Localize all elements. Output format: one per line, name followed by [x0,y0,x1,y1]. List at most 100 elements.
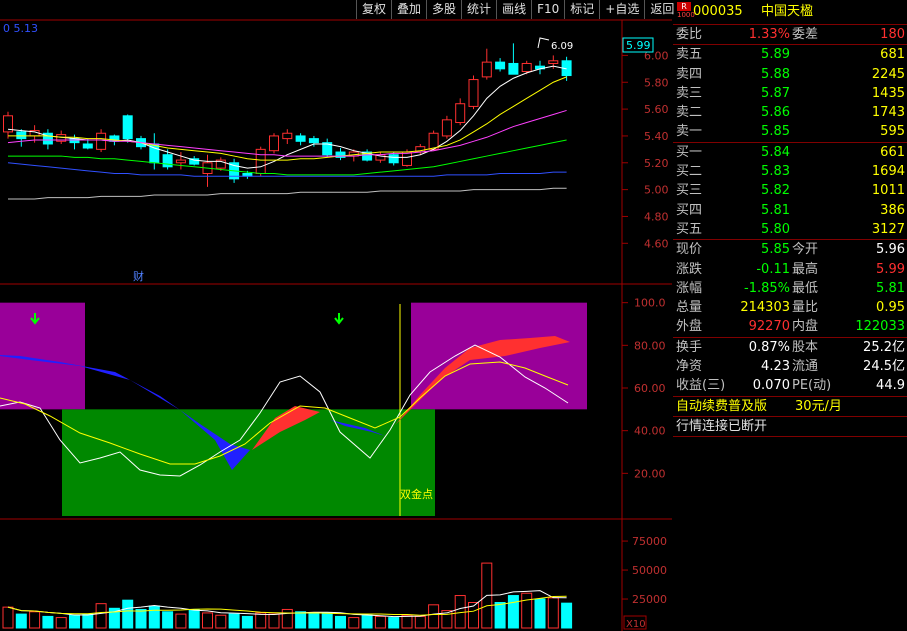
candle-body-37 [495,61,506,70]
price-tick-label-3: 5.40 [644,130,669,143]
quote-row-0-label2: 今开 [792,242,819,258]
toolbar-btn-2[interactable]: 多股 [426,0,462,19]
vol-tick-label-0: 75000 [632,535,667,548]
toolbar-btn-0[interactable]: 复权 [356,0,392,19]
volume-bar-38 [507,595,519,629]
bid-row-4: 买五 5.80 3127 [673,220,907,239]
candle-body-35 [468,79,479,107]
volume-bar-6 [82,613,94,629]
stock-code: 000035 [693,4,743,19]
quote-row-3-value2: 0.95 [876,300,905,316]
volume-bar-18 [241,615,253,629]
ind-tick-label-1: 80.00 [634,339,666,352]
fund-row-1-label: 净资 [676,359,703,375]
volume-bar-10 [135,608,147,629]
fund-row-0-label: 换手 [676,339,703,355]
candle-body-9 [122,115,133,140]
fundamentals: 换手 0.87% 股本 25.2亿 净资 4.23 流通 24.5亿 收益(三) 0.070 PE(… [673,336,907,396]
subscription-notice[interactable]: 自动续费普及版 30元/月 [673,395,907,416]
cross-label: 双金点 [400,487,433,501]
bid-row-1-value2: 1694 [871,164,905,180]
fund-row-1: 净资 4.23 流通 24.5亿 [673,357,907,376]
ask-row-3-label: 卖二 [676,105,703,121]
candle-body-7 [96,132,107,150]
volume-bar-32 [428,604,440,629]
vol-tick-label-1: 50000 [632,564,667,577]
stock-header: R 1000 000035 中国天楹 [673,0,907,25]
fund-row-0-value2: 25.2亿 [863,339,905,355]
toolbar-btn-1[interactable]: 叠加 [391,0,427,19]
quote-row-4: 外盘 92270 内盘 122033 [673,317,907,336]
bid-row-4-label: 买五 [676,221,703,237]
quote-row-4-value: 92270 [748,319,790,335]
ask-row-2: 卖三 5.87 1435 [673,84,907,103]
bid-row-2-value: 5.82 [761,183,790,199]
volume-bar-24 [321,612,333,629]
price-pane [3,43,572,200]
bid-row-1-value: 5.83 [761,164,790,180]
ask-row-1: 卖四 5.88 2245 [673,65,907,84]
candle-body-41 [548,60,559,64]
candle-body-22 [295,135,306,142]
toolbar-btn-3[interactable]: 统计 [461,0,497,19]
toolbar-btn-6[interactable]: 标记 [564,0,600,19]
bid-row-2: 买三 5.82 1011 [673,181,907,200]
price-tick-label-5: 5.00 [644,184,669,197]
volume-bar-23 [308,612,320,629]
fund-row-0: 换手 0.87% 股本 25.2亿 [673,338,907,357]
quote-row-3-value: 214303 [740,300,790,316]
toolbar-btn-7[interactable]: +自选 [599,0,645,19]
quote-row-4-label2: 内盘 [792,319,819,335]
quote-row-4-value2: 122033 [855,319,905,335]
ask-row-1-label: 卖四 [676,66,703,82]
bid-row-0: 买一 5.84 661 [673,143,907,162]
bid-row-1: 买二 5.83 1694 [673,162,907,181]
volume-bar-0 [2,606,14,629]
toolbar-btn-4[interactable]: 画线 [496,0,532,19]
volume-bar-3 [42,615,54,629]
fund-row-2-label2: PE(动) [792,378,832,394]
ma60-line [7,162,567,177]
volume-bar-7 [95,603,107,629]
candle-body-19 [255,148,266,175]
fund-row-1-label2: 流通 [792,359,819,375]
bid-row-3-value: 5.81 [761,202,790,218]
candle-body-29 [388,154,399,164]
signal-arrow-2 [334,313,344,325]
quote-row-3-label: 总量 [676,300,703,316]
volume-bar-26 [348,617,360,629]
ratio-row: 委比 1.33% 委差 180 [673,25,907,46]
volume-bar-12 [162,611,174,629]
quote-row-3-label2: 量比 [792,300,819,316]
volume-pane [2,562,573,629]
bid-book: 买一 5.84 661 买二 5.83 1694 买三 5.82 1011 买四 5.81 386 买五… [673,141,907,239]
ind-tick-label-0: 100.0 [634,297,666,310]
ask-row-0-value: 5.89 [761,47,790,63]
volume-bar-37 [494,602,506,629]
volume-bar-31 [414,615,426,629]
ask-row-2-label: 卖三 [676,85,703,101]
bid-row-4-value: 5.80 [761,221,790,237]
ask-row-0-value2: 681 [880,47,905,63]
quote-row-3: 总量 214303 量比 0.95 [673,298,907,317]
kline-chart[interactable]: 6.005.805.605.405.205.004.804.605.990 5.… [0,0,672,631]
ask-row-0: 卖五 5.89 681 [673,45,907,64]
fund-row-2-label: 收益(三) [676,378,726,394]
volume-bar-19 [255,612,267,629]
volume-bar-30 [401,614,413,629]
toolbar-btn-5[interactable]: F10 [531,0,565,19]
fund-row-1-value2: 24.5亿 [863,359,905,375]
bid-row-0-value: 5.84 [761,144,790,160]
volume-bar-1 [15,613,27,629]
candle-body-21 [282,132,293,140]
stock-name: 中国天楹 [761,4,814,19]
ask-row-4: 卖一 5.85 595 [673,122,907,141]
quote-row-2-label2: 最低 [792,280,819,296]
ask-row-4-value: 5.85 [761,124,790,140]
candle-body-1 [16,131,27,140]
volume-bar-14 [188,608,200,629]
quote-row-2-value2: 5.81 [876,280,905,296]
volume-bar-21 [281,608,293,629]
ask-row-1-value: 5.88 [761,66,790,82]
bid-row-1-label: 买二 [676,164,703,180]
